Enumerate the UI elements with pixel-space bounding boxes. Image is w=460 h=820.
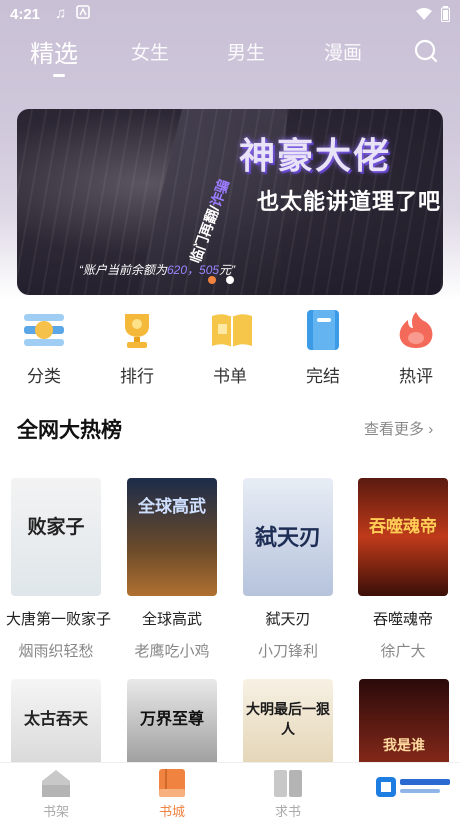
tab-featured[interactable]: 精选 — [30, 34, 78, 69]
banner-dot-active[interactable] — [208, 276, 216, 284]
book-cover: 吞噬魂帝 — [358, 478, 448, 596]
trophy-icon — [117, 310, 157, 350]
banner-subtitle: 也太能讲道理了吧 — [257, 189, 442, 214]
book-title: 弑天刃 — [265, 611, 311, 628]
watermark-logo — [374, 773, 454, 803]
tab-female[interactable]: 女生 — [131, 38, 169, 65]
book-author: 老鹰吃小鸡 — [134, 643, 210, 660]
bookshelf-icon — [40, 767, 72, 799]
top-tabs: 精选 女生 男生 漫画 — [0, 34, 460, 77]
notification-icon — [76, 5, 91, 23]
shortcut-hot-comments[interactable]: 热评 — [381, 310, 451, 387]
tab-male[interactable]: 男生 — [227, 38, 265, 65]
book-card[interactable]: 全球高武 全球高武 老鹰吃小鸡 — [122, 478, 222, 661]
book-author: 小刀锋利 — [257, 643, 318, 660]
banner-dot[interactable] — [226, 276, 234, 284]
shortcut-category[interactable]: 分类 — [9, 310, 79, 387]
book-cover[interactable]: 我是谁 — [359, 679, 449, 769]
book-author: 徐广大 — [380, 643, 426, 660]
book-title: 全球高武 — [141, 611, 202, 628]
booklist-icon — [210, 310, 252, 350]
book-card[interactable]: 弑天刃 弑天刃 小刀锋利 — [238, 478, 338, 661]
tab-indicator — [53, 74, 65, 77]
book-card[interactable]: 败家子 大唐第一败家子 烟雨织轻愁 — [6, 478, 112, 661]
finished-icon — [303, 310, 343, 350]
book-cover[interactable]: 太古吞天 — [11, 679, 101, 769]
nav-bookshelf[interactable]: 书架 — [26, 767, 86, 820]
search-icon — [414, 39, 438, 63]
category-icon — [24, 310, 64, 350]
shortcut-finished[interactable]: 完结 — [288, 310, 358, 387]
nav-bookstore[interactable]: 书城 — [142, 767, 202, 820]
bookstore-icon — [156, 767, 188, 799]
book-cover[interactable]: 大明最后一狠人 — [243, 679, 333, 769]
book-cover: 弑天刃 — [243, 478, 333, 596]
section-title: 全网大热榜 — [17, 419, 122, 442]
status-bar: 4:21 ♫ — [0, 0, 460, 30]
battery-icon — [441, 6, 450, 26]
book-cover: 败家子 — [11, 478, 101, 596]
chevron-right-icon: › — [428, 421, 434, 438]
view-more-link[interactable]: 查看更多 › — [364, 418, 433, 439]
book-title: 吞噬魂帝 — [372, 611, 433, 628]
promo-banner[interactable]: 神豪大佬 也太能讲道理了吧 临门再翻/诈骗 “账户当前余额为620，505元” — [17, 109, 443, 295]
banner-title: 神豪大佬 — [239, 135, 392, 176]
search-button[interactable] — [413, 38, 439, 64]
shortcut-booklist[interactable]: 书单 — [195, 310, 265, 387]
category-shortcuts: 分类 排行 书单 完结 热评 — [0, 310, 460, 390]
wifi-icon — [415, 7, 433, 25]
book-cover: 全球高武 — [127, 478, 217, 596]
nav-request-book[interactable]: 求书 — [258, 767, 318, 820]
book-cover[interactable]: 万界至尊 — [127, 679, 217, 769]
shortcut-ranking[interactable]: 排行 — [102, 310, 172, 387]
hot-comment-icon — [396, 310, 436, 350]
music-icon: ♫ — [55, 5, 67, 22]
book-title: 大唐第一败家子 — [6, 611, 112, 628]
book-author: 烟雨织轻愁 — [18, 643, 94, 660]
book-card[interactable]: 吞噬魂帝 吞噬魂帝 徐广大 — [353, 478, 453, 661]
tab-comics[interactable]: 漫画 — [324, 38, 362, 65]
open-book-icon — [272, 767, 304, 799]
status-time: 4:21 — [10, 6, 41, 23]
